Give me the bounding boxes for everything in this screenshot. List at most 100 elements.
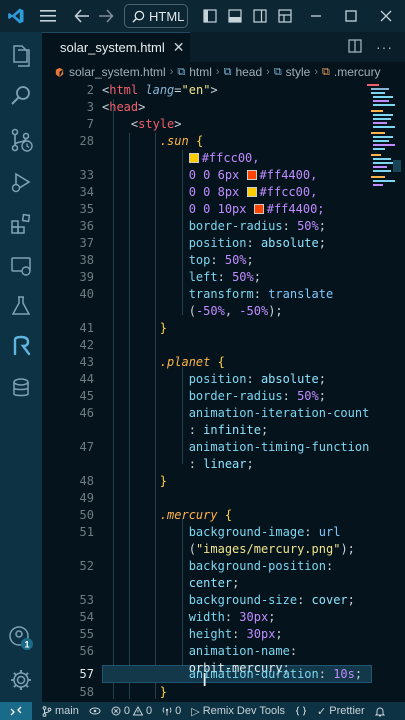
breadcrumb-file[interactable]: solar_system.html xyxy=(69,65,166,79)
minimap-line xyxy=(373,126,395,128)
line-number: 51 xyxy=(79,525,94,539)
minimap-slider xyxy=(393,160,401,172)
customize-layout-icon[interactable] xyxy=(272,0,298,32)
branch-status[interactable]: main xyxy=(42,705,79,717)
split-editor-icon[interactable] xyxy=(348,38,362,56)
minimap-line xyxy=(373,162,393,164)
minimap-line xyxy=(373,122,387,124)
code-line: background-position: xyxy=(188,559,334,573)
forward-arrow-icon[interactable] xyxy=(96,0,116,32)
warning-count: 0 xyxy=(145,705,153,717)
minimap-line xyxy=(373,100,389,102)
color-swatch[interactable] xyxy=(246,170,257,180)
breadcrumb-style[interactable]: style xyxy=(286,65,311,79)
extensions-icon[interactable] xyxy=(0,204,42,244)
line-number: 37 xyxy=(79,236,94,250)
settings-gear-icon[interactable] xyxy=(0,660,42,700)
minimap-line xyxy=(373,180,395,182)
error-icon xyxy=(111,706,121,716)
explorer-icon[interactable] xyxy=(0,36,42,76)
code-line-current: animation-duration: 10s; xyxy=(188,667,363,681)
code-line: background-image: url xyxy=(188,525,341,539)
code-line: 0 0 6px #ff4400, xyxy=(188,168,318,182)
remote-explorer-icon[interactable] xyxy=(0,246,42,286)
color-swatch[interactable] xyxy=(246,187,257,197)
ports-status[interactable]: 0 xyxy=(162,705,181,717)
tag-icon: ⧉ xyxy=(273,65,282,78)
color-swatch[interactable] xyxy=(188,153,199,163)
line-number: 52 xyxy=(79,559,94,573)
breadcrumb-mercury[interactable]: .mercury xyxy=(334,65,381,79)
chevron-right-icon: › xyxy=(314,66,319,78)
line-number: 38 xyxy=(79,253,94,267)
maximize-icon[interactable] xyxy=(338,0,364,32)
toggle-secondary-sidebar-icon[interactable] xyxy=(247,0,273,32)
html-file-icon xyxy=(55,67,64,77)
toggle-sidebar-icon[interactable] xyxy=(197,0,223,32)
line-number: 54 xyxy=(79,610,94,624)
problems-status[interactable]: 0 0 xyxy=(111,705,152,717)
tab-label: solar_system.html xyxy=(60,40,165,55)
remix-icon[interactable] xyxy=(0,326,42,366)
search-icon xyxy=(132,10,145,23)
ports-count: 0 xyxy=(175,705,182,717)
code-line: center; xyxy=(188,576,240,590)
line-number: 45 xyxy=(79,389,94,403)
minimap-line xyxy=(373,140,389,142)
code-line: transform: translate xyxy=(188,287,334,301)
code-line: : linear; xyxy=(188,457,254,471)
close-window-icon[interactable] xyxy=(373,0,399,32)
back-arrow-icon[interactable] xyxy=(72,0,92,32)
prettier-status[interactable]: ✓ Prettier xyxy=(317,705,365,718)
notifications-status[interactable] xyxy=(374,706,385,717)
minimap-line xyxy=(371,154,381,156)
title-bar: HTML xyxy=(0,0,405,32)
code-line: .sun { xyxy=(159,134,204,148)
code-editor[interactable]: 2 3 7 28 33 34 35 36 37 38 39 40 41 42 43 44 45 46 47 48 49 5… xyxy=(42,82,405,702)
branch-name: main xyxy=(55,705,79,717)
minimap-line xyxy=(373,148,385,150)
minimap-line xyxy=(371,110,383,112)
command-center-search[interactable]: HTML xyxy=(124,4,188,28)
testing-flask-icon[interactable] xyxy=(0,286,42,326)
breadcrumb-head[interactable]: head xyxy=(235,65,262,79)
minimize-icon[interactable] xyxy=(303,0,329,32)
line-number: 56 xyxy=(79,644,94,658)
language-status[interactable] xyxy=(295,706,307,716)
line-number: 57 xyxy=(79,667,94,681)
minimap-line xyxy=(373,104,395,106)
tab-solar-system-html[interactable]: solar_system.html ✕ xyxy=(42,32,190,62)
code-line: animation-iteration-count xyxy=(188,406,370,420)
remix-dev-tools-status[interactable]: ▷ Remix Dev Tools xyxy=(191,705,285,718)
line-number: 46 xyxy=(79,406,94,420)
toggle-panel-icon[interactable] xyxy=(222,0,248,32)
code-line: ("images/mercury.png"); xyxy=(188,542,355,556)
color-swatch[interactable] xyxy=(253,204,264,214)
minimap[interactable] xyxy=(365,82,405,702)
code-line: border-radius: 50%; xyxy=(188,219,326,233)
code-line: .mercury { xyxy=(159,508,233,522)
ports-antenna-icon xyxy=(162,707,172,716)
editor-tabs: solar_system.html ✕ ··· xyxy=(42,32,405,62)
minimap-line xyxy=(373,114,393,116)
breadcrumb-html[interactable]: html xyxy=(189,65,212,79)
run-debug-icon[interactable] xyxy=(0,162,42,202)
line-number: 50 xyxy=(79,508,94,522)
sync-status[interactable] xyxy=(89,706,101,716)
check-double-icon: ✓ xyxy=(317,705,327,718)
database-icon[interactable] xyxy=(0,368,42,408)
more-actions-icon[interactable]: ··· xyxy=(376,39,393,55)
search-sidebar-icon[interactable] xyxy=(0,76,42,116)
source-control-icon[interactable] xyxy=(0,120,42,160)
line-number: 44 xyxy=(79,372,94,386)
vscode-logo-icon[interactable] xyxy=(0,0,32,32)
code-line: background-size: cover; xyxy=(188,593,355,607)
code-line: position: absolute; xyxy=(188,372,326,386)
close-icon[interactable]: ✕ xyxy=(173,39,185,56)
code-line: animation-name: xyxy=(188,644,298,658)
remote-indicator-icon[interactable] xyxy=(0,702,32,720)
minimap-line xyxy=(373,118,391,120)
menu-icon[interactable] xyxy=(38,0,58,32)
accounts-icon[interactable]: 1 xyxy=(0,618,42,658)
chevron-right-icon: › xyxy=(169,66,174,78)
